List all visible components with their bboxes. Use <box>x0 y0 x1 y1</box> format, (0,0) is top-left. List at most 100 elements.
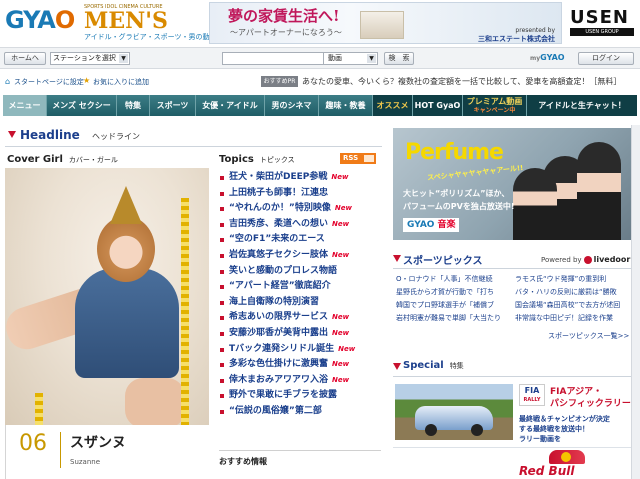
topic-link[interactable]: 倖木まおみアワアワ入浴 <box>229 375 328 385</box>
mens-logo-text: MEN'S <box>84 8 168 34</box>
header-ad-banner[interactable]: 夢の家賃生活へ! ～アパートオーナーになろう～ presented by 三和エス… <box>209 2 562 44</box>
sports-news-link[interactable]: 韓国でプロ野球選手が「補償ブ <box>396 299 512 312</box>
topic-item[interactable]: 岩佐真悠子セクシー肢体 New <box>219 248 381 264</box>
fia-description[interactable]: ラリー動画を <box>519 434 561 444</box>
topic-item[interactable]: “空のF1”未来のエース <box>219 232 381 248</box>
topic-item[interactable]: Tバック連発シリドル誕生 New <box>219 342 381 358</box>
artist-photo <box>513 168 557 240</box>
sports-news-link[interactable]: バタ・ハリの反則に厳罰は“勝敗 <box>515 286 631 299</box>
nav-mens-cinema[interactable]: 男のシネマ <box>265 95 319 116</box>
topic-link[interactable]: 安藤沙耶香が美背中露出 <box>229 328 328 338</box>
topic-link[interactable]: 野外で果敢に手ブラを披露 <box>229 390 337 400</box>
home-button[interactable]: ホームへ <box>4 52 46 65</box>
bullet-icon <box>220 238 224 243</box>
topic-item[interactable]: 海上自衛隊の特別演習 <box>219 295 381 311</box>
nav-premium[interactable]: プレミアム動画 キャンペーン中 <box>463 95 527 116</box>
page-scrollbar[interactable] <box>631 125 640 479</box>
sports-news-link[interactable]: 星野氏から才賀が行動で「打ち <box>396 286 512 299</box>
topic-item[interactable]: “アパート経営”徹底紹介 <box>219 279 381 295</box>
gyao-music-logo: GYAO 音楽 <box>403 218 460 232</box>
site-header: GYAO SPORTS IDOL CINEMA CULTURE MEN'S アイ… <box>0 0 640 47</box>
sports-news-link[interactable]: 国会議場“森田高校”で去方が述回 <box>515 299 631 312</box>
nav-special[interactable]: 特集 <box>117 95 150 116</box>
new-badge: New <box>332 219 350 228</box>
divider <box>393 268 631 269</box>
topic-item[interactable]: 希志あいの限界サービス New <box>219 310 381 326</box>
divider <box>60 432 61 468</box>
nav-menu[interactable]: メニュー <box>3 95 47 116</box>
topic-item[interactable]: 吉田秀彦、柔道への想い New <box>219 217 381 233</box>
topic-item[interactable]: 野外で果敢に手ブラを披露 <box>219 388 381 404</box>
login-button[interactable]: ログイン <box>578 52 634 65</box>
topic-link[interactable]: 吉田秀彦、柔道への想い <box>229 219 328 229</box>
fia-description[interactable]: する最終戦を放送中！ <box>519 424 589 434</box>
pr-ad-link[interactable]: あなたの愛車、今いくら？複数社の査定額を一括で比較して、愛車を高額査定！［無料］ <box>302 76 621 87</box>
sports-news-link[interactable]: ラモス氏“ウド発揮”の重到利 <box>515 273 631 286</box>
topic-item[interactable]: “伝説の風俗嬢”第二部 <box>219 404 381 420</box>
topic-link[interactable]: 海上自衛隊の特別演習 <box>229 297 319 307</box>
nav-sports[interactable]: スポーツ <box>150 95 196 116</box>
sports-news-link[interactable]: 非常識な中田ピデ！記録を作業 <box>515 312 631 325</box>
nav-actress-idol[interactable]: 女優・アイドル <box>196 95 265 116</box>
chevron-down-icon: ▼ <box>119 54 128 63</box>
sports-news-link[interactable]: O・ロナウド「人事」不信継続 <box>396 273 512 286</box>
triangle-down-icon <box>8 131 16 138</box>
set-start-page-link[interactable]: スタートページに設定 <box>14 77 84 87</box>
banner-house-image <box>360 11 404 39</box>
topic-link[interactable]: Tバック連発シリドル誕生 <box>229 344 334 354</box>
pr-badge: おすすめPR <box>261 76 298 87</box>
sports-list-right: ラモス氏“ウド発揮”の重到利 バタ・ハリの反則に厳罰は“勝敗 国会議場“森田高校”で… <box>515 273 631 325</box>
rally-car-image[interactable] <box>395 384 513 440</box>
sports-list-left: O・ロナウド「人事」不信継続 星野氏から才賀が行動で「打ち 韓国でプロ野球選手が「補… <box>396 273 512 325</box>
search-button[interactable]: 検 索 <box>384 52 414 65</box>
topic-link[interactable]: “伝説の風俗嬢”第二部 <box>229 406 322 416</box>
bullet-icon <box>220 176 224 180</box>
fia-title[interactable]: パシフィックラリー <box>550 396 631 409</box>
topic-item[interactable]: 多彩な色仕掛けに激興奮 New <box>219 357 381 373</box>
my-gyao-link[interactable]: myGYAO <box>530 53 565 62</box>
cover-girl-photo[interactable] <box>5 168 209 425</box>
topic-link[interactable]: 多彩な色仕掛けに激興奮 <box>229 359 328 369</box>
party-hat-image <box>110 186 142 224</box>
topic-link[interactable]: 狂犬・柴田がDEEP参戦 <box>229 172 327 182</box>
add-favorites-link[interactable]: お気に入りに追加 <box>93 77 149 87</box>
usen-logo[interactable]: USEN USEN GROUP <box>570 8 634 40</box>
topic-link[interactable]: “やれんのか！”特別映像 <box>229 203 331 213</box>
nav-hobby[interactable]: 趣味・教養 <box>319 95 373 116</box>
nav-mens-sexy[interactable]: メンズ セクシー <box>47 95 117 116</box>
sports-more-link[interactable]: スポーツピックス一覧>> <box>548 331 629 341</box>
topic-item[interactable]: 安藤沙耶香が美背中露出 New <box>219 326 381 342</box>
bullet-icon <box>220 347 224 352</box>
topic-item[interactable]: 上田桃子も師事！江連忠 <box>219 186 381 202</box>
perfume-banner[interactable]: Perfume スペシャヤャヤャヤャアール!! 大ヒット“ポリリズム”ほか、 パ… <box>393 128 631 240</box>
star-icon: ★ <box>83 76 91 85</box>
topic-link[interactable]: 希志あいの限界サービス <box>229 312 328 322</box>
powered-by-livedoor[interactable]: Powered by livedoor <box>541 255 630 264</box>
station-select[interactable]: ステーションを選択 ▼ <box>50 52 130 65</box>
sports-news-link[interactable]: 岩村明憲が難易で単脚「大当たり <box>396 312 512 325</box>
topic-link[interactable]: 上田桃子も師事！江連忠 <box>229 188 328 198</box>
fia-description[interactable]: 最終戦＆チャンピオンが決定 <box>519 414 610 424</box>
topic-link[interactable]: 岩佐真悠子セクシー肢体 <box>229 250 328 260</box>
topic-link[interactable]: “アパート経営”徹底紹介 <box>229 281 331 291</box>
banner-headline: 夢の家賃生活へ! <box>228 7 340 25</box>
topic-link[interactable]: 笑いと感動のプロレス物語 <box>229 266 337 276</box>
topic-link[interactable]: “空のF1”未来のエース <box>229 234 325 244</box>
perfume-description: パフュームのPVを独占放送中! <box>403 202 515 211</box>
mens-logo[interactable]: SPORTS IDOL CINEMA CULTURE MEN'S アイドル・グラ… <box>84 4 217 42</box>
gyao-logo[interactable]: GYAO <box>5 6 75 34</box>
nav-hot-gyao[interactable]: HOT GyaO <box>413 95 463 116</box>
topic-item[interactable]: 狂犬・柴田がDEEP参戦 New <box>219 170 381 186</box>
cover-girl-name[interactable]: スザンヌ <box>70 432 126 452</box>
nav-recommend[interactable]: オススメ <box>373 95 413 116</box>
search-type-select[interactable]: 動画 ▼ <box>323 52 378 65</box>
new-badge: New <box>332 375 350 384</box>
topic-item[interactable]: 笑いと感動のプロレス物語 <box>219 264 381 280</box>
topic-item[interactable]: 倖木まおみアワアワ入浴 New <box>219 373 381 389</box>
utility-row: ⌂ スタートページに設定 ★ お気に入りに追加 おすすめPR あなたの愛車、今い… <box>0 70 640 92</box>
red-bull-banner[interactable]: Red Bull <box>519 450 599 479</box>
rss-button[interactable]: RSS <box>340 153 376 164</box>
bullet-icon <box>220 207 224 212</box>
nav-idol-chat[interactable]: アイドルと生チャット！ <box>527 95 637 116</box>
topic-item[interactable]: “やれんのか！”特別映像 New <box>219 201 381 217</box>
